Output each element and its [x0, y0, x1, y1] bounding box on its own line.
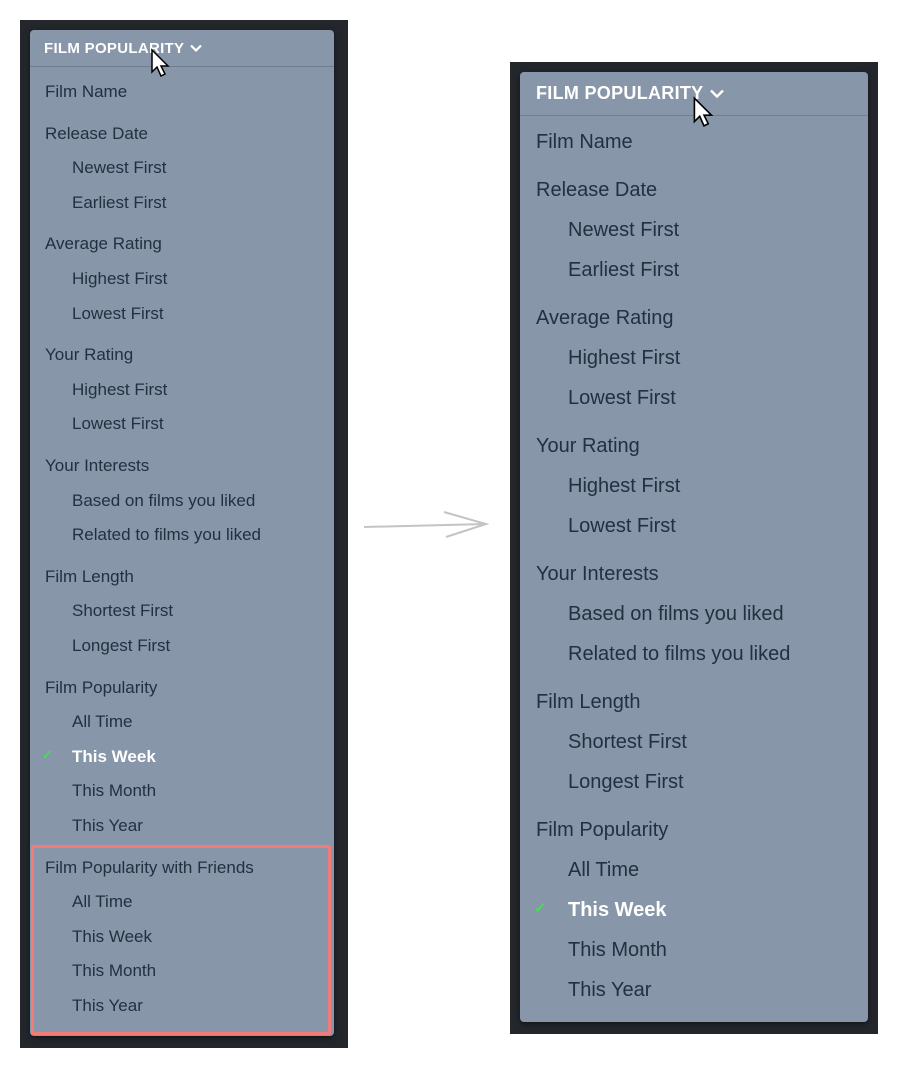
- sort-option[interactable]: Shortest First: [72, 601, 173, 621]
- sort-option[interactable]: Based on films you liked: [568, 603, 784, 626]
- sort-group-label: Release Date: [536, 179, 657, 202]
- sort-group-label: Film Name: [45, 82, 127, 102]
- sort-option[interactable]: Based on films you liked: [72, 491, 255, 511]
- sort-option[interactable]: This Year: [72, 816, 143, 836]
- option-label: Highest First: [72, 379, 168, 399]
- option-label: Longest First: [568, 771, 684, 793]
- option-label: Lowest First: [568, 387, 676, 409]
- sort-option[interactable]: Highest First: [568, 475, 680, 498]
- option-label: Newest First: [72, 158, 167, 178]
- chevron-down-icon: [190, 40, 203, 57]
- option-label: This Week: [568, 899, 667, 921]
- sort-option[interactable]: This Week ✓: [534, 899, 667, 922]
- sort-group-label: Average Rating: [536, 307, 674, 330]
- option-label: Film Popularity: [45, 677, 158, 697]
- option-label: Lowest First: [72, 414, 164, 434]
- sort-option[interactable]: Lowest First: [72, 414, 164, 434]
- sort-option[interactable]: Highest First: [568, 347, 680, 370]
- mouse-pointer-icon: [150, 48, 172, 83]
- option-label: Earliest First: [72, 192, 167, 212]
- sort-group-label: Your Interests: [536, 563, 659, 586]
- option-label: Film Name: [45, 82, 128, 101]
- option-label: This Year: [568, 979, 652, 1001]
- sort-group-label: Film Popularity: [536, 819, 668, 842]
- option-label: All Time: [568, 859, 640, 881]
- sort-option[interactable]: Newest First: [568, 219, 679, 242]
- sort-option[interactable]: Earliest First: [72, 193, 166, 213]
- option-label: Earliest First: [568, 259, 680, 281]
- sort-group-label: Your Rating: [45, 345, 133, 365]
- sort-option[interactable]: All Time: [72, 712, 132, 732]
- sort-group-label: Film Length: [536, 691, 641, 714]
- sort-group-label: Your Rating: [536, 435, 640, 458]
- option-label: Based on films you liked: [72, 490, 256, 510]
- option-label: Film Length: [45, 566, 134, 586]
- sort-option[interactable]: This Year: [568, 979, 651, 1002]
- sort-option[interactable]: Longest First: [72, 636, 170, 656]
- option-label: All Time: [72, 712, 133, 732]
- mouse-pointer-icon: [692, 96, 716, 133]
- sort-group-label: Film Name: [536, 131, 633, 154]
- option-label: Related to films you liked: [568, 643, 791, 665]
- sort-option[interactable]: Lowest First: [72, 304, 164, 324]
- sort-group-label: Film Length: [45, 567, 134, 587]
- sort-option[interactable]: Lowest First: [568, 387, 676, 410]
- option-label: Film Popularity: [536, 819, 669, 841]
- checkmark-icon: ✓: [534, 900, 547, 917]
- option-label: Longest First: [72, 636, 171, 655]
- option-label: Lowest First: [568, 515, 676, 537]
- option-label: Shortest First: [568, 731, 687, 753]
- option-label: Newest First: [568, 219, 680, 241]
- sort-option[interactable]: Highest First: [72, 269, 167, 289]
- option-label: Average Rating: [536, 307, 674, 329]
- sort-group-label: Film Popularity: [45, 678, 157, 698]
- sort-option[interactable]: All Time: [568, 859, 639, 882]
- sort-option[interactable]: Shortest First: [568, 731, 687, 754]
- option-label: Your Interests: [45, 456, 150, 475]
- sort-option[interactable]: This Month: [72, 781, 156, 801]
- option-label: Lowest First: [72, 303, 164, 323]
- option-label: Film Name: [536, 131, 633, 153]
- option-label: Highest First: [568, 475, 681, 497]
- option-label: Your Rating: [536, 435, 640, 457]
- option-label: This Week: [72, 746, 156, 766]
- header-label: FILM POPULARITY: [536, 83, 704, 103]
- sort-group-label: Your Interests: [45, 456, 149, 476]
- option-label: Based on films you liked: [568, 603, 784, 625]
- option-label: Related to films you liked: [72, 525, 261, 545]
- option-label: Release Date: [45, 123, 149, 143]
- new-section-highlight: [31, 845, 331, 1035]
- option-label: Average Rating: [45, 234, 162, 254]
- option-label: Your Interests: [536, 563, 659, 585]
- option-label: Highest First: [72, 269, 168, 288]
- sort-option[interactable]: Highest First: [72, 380, 167, 400]
- sort-option[interactable]: Related to films you liked: [568, 643, 790, 666]
- sort-option[interactable]: This Week ✓: [42, 746, 156, 767]
- sort-option[interactable]: Earliest First: [568, 259, 679, 282]
- sort-dropdown-after: FILM POPULARITY Film Name Release Date New…: [520, 72, 868, 1022]
- option-label: Your Rating: [45, 345, 134, 365]
- sort-option[interactable]: This Month: [568, 939, 667, 962]
- sort-group-label: Release Date: [45, 124, 148, 144]
- option-label: Shortest First: [72, 601, 174, 621]
- option-label: Release Date: [536, 179, 658, 201]
- checkmark-icon: ✓: [42, 746, 53, 762]
- sort-group-label: Average Rating: [45, 234, 162, 254]
- sort-option[interactable]: Related to films you liked: [72, 525, 261, 545]
- option-label: This Year: [72, 816, 143, 835]
- sort-option[interactable]: Longest First: [568, 771, 684, 794]
- sort-option[interactable]: Newest First: [72, 158, 166, 178]
- sort-option[interactable]: Lowest First: [568, 515, 676, 538]
- option-label: This Month: [72, 781, 157, 801]
- sort-dropdown-header[interactable]: FILM POPULARITY: [30, 30, 334, 67]
- option-label: This Month: [568, 939, 667, 961]
- arrow-right-icon: [362, 510, 490, 545]
- option-label: Film Length: [536, 691, 641, 713]
- option-label: Highest First: [568, 347, 681, 369]
